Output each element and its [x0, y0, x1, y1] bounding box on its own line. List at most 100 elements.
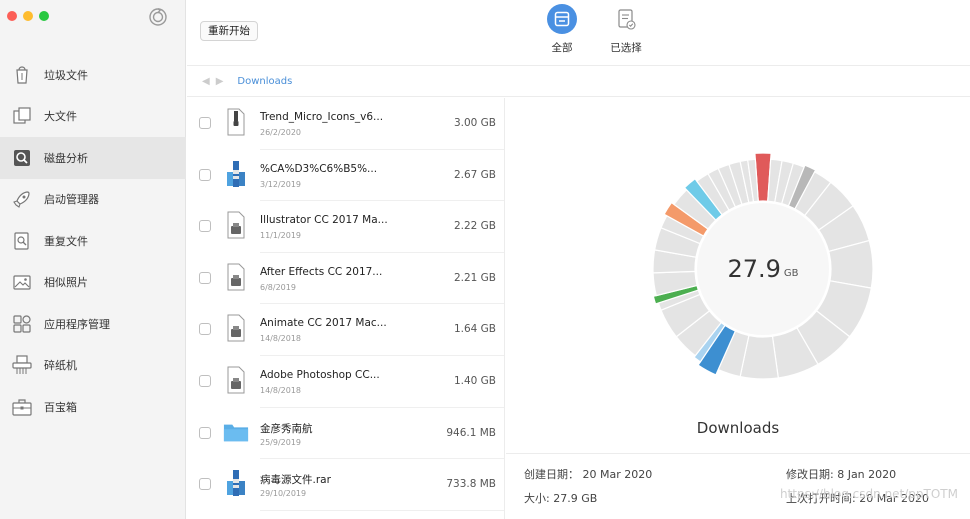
- sidebar-item-label: 大文件: [44, 110, 77, 124]
- shredder-icon: [10, 353, 34, 377]
- restart-button[interactable]: 重新开始: [200, 21, 258, 41]
- rar-archive-icon: [223, 159, 249, 189]
- file-name: %CA%D3%C6%B5%...: [260, 162, 378, 175]
- file-row[interactable]: 病毒源文件.rar 29/10/2019 733.8 MB: [187, 459, 504, 511]
- sidebar-item-toolbox[interactable]: 百宝箱: [0, 386, 186, 428]
- file-name: Adobe Photoshop CC...: [260, 368, 380, 381]
- filter-all-label: 全部: [551, 42, 573, 54]
- sidebar-item-label: 应用程序管理: [44, 317, 110, 331]
- disk-image-icon: [223, 210, 249, 240]
- file-checkbox[interactable]: [199, 168, 211, 181]
- large-files-icon: [10, 104, 34, 128]
- file-name: Trend_Micro_Icons_v6...: [260, 111, 384, 123]
- sidebar-item-label: 相似照片: [44, 276, 88, 290]
- file-row[interactable]: 金彦秀南航 25/9/2019 946.1 MB: [187, 408, 504, 460]
- file-name: Animate CC 2017 Mac...: [260, 317, 387, 330]
- all-files-icon: [547, 4, 577, 34]
- sidebar: 垃圾文件大文件磁盘分析启动管理器重复文件相似照片应用程序管理 碎纸机百宝箱: [0, 0, 186, 519]
- zoom-window-button[interactable]: [39, 11, 49, 21]
- file-date: 29/10/2019: [260, 489, 307, 499]
- rocket-icon: [10, 187, 34, 211]
- breadcrumb: ◀ ▶ Downloads: [187, 67, 970, 97]
- file-name: After Effects CC 2017...: [260, 265, 383, 278]
- file-checkbox[interactable]: [199, 323, 211, 336]
- folder-size: 大小: 27.9 GB: [524, 492, 598, 505]
- minimize-window-button[interactable]: [23, 11, 33, 21]
- filter-all-button[interactable]: 全部: [532, 4, 592, 55]
- file-size: 733.8 MB: [446, 478, 496, 491]
- file-date: 3/12/2019: [260, 179, 302, 189]
- file-checkbox[interactable]: [199, 220, 211, 233]
- filter-selected-button[interactable]: 已选择: [596, 4, 656, 55]
- created-date: 创建日期： 20 Mar 2020: [524, 468, 653, 481]
- file-date: 26/2/2020: [260, 128, 302, 137]
- sidebar-item-duplicate-files[interactable]: 重复文件: [0, 220, 186, 262]
- sidebar-item-label: 重复文件: [44, 234, 88, 248]
- sidebar-item-label: 磁盘分析: [44, 151, 88, 165]
- sidebar-item-label: 垃圾文件: [44, 68, 88, 82]
- disk-analysis-icon: [10, 146, 34, 170]
- window-controls: [7, 11, 49, 21]
- file-list: Trend_Micro_Icons_v6... 26/2/2020 3.00 GB%…: [187, 98, 505, 519]
- file-name: Illustrator CC 2017 Ma...: [260, 214, 388, 227]
- file-row[interactable]: Adobe Photoshop CC... 14/8/2018 1.40 GB: [187, 356, 504, 408]
- back-arrow-icon[interactable]: ◀: [202, 76, 210, 87]
- filter-selected-label: 已选择: [610, 42, 642, 54]
- sidebar-item-disk-analysis[interactable]: 磁盘分析: [0, 137, 186, 179]
- file-size: 1.40 GB: [453, 374, 496, 387]
- file-row[interactable]: Animate CC 2017 Mac... 14/8/2018 1.64 GB: [187, 304, 504, 356]
- file-checkbox[interactable]: [199, 117, 211, 129]
- disk-image-icon: [223, 313, 249, 343]
- file-checkbox[interactable]: [199, 478, 211, 491]
- disk-image-icon: [223, 365, 249, 395]
- donut-hole: [697, 203, 829, 335]
- file-checkbox[interactable]: [199, 374, 211, 387]
- file-size: 3.00 GB: [453, 117, 496, 129]
- file-checkbox[interactable]: [199, 426, 211, 439]
- file-date: 25/9/2019: [260, 437, 302, 447]
- sidebar-nav: 垃圾文件大文件磁盘分析启动管理器重复文件相似照片应用程序管理 碎纸机百宝箱: [0, 54, 186, 428]
- file-size: 1.64 GB: [453, 323, 496, 336]
- file-row[interactable]: Trend_Micro_Icons_v6... 26/2/2020 3.00 GB: [187, 98, 504, 150]
- file-date: 14/8/2018: [260, 334, 302, 344]
- disk-image-icon: [223, 262, 249, 292]
- file-name: 金彦秀南航: [260, 422, 313, 435]
- toolbox-icon: [10, 395, 34, 419]
- file-size: 2.21 GB: [453, 271, 496, 284]
- rar-archive-icon: [223, 468, 249, 498]
- sidebar-item-similar-photos[interactable]: 相似照片: [0, 262, 186, 304]
- file-date: 6/8/2019: [260, 282, 296, 292]
- file-checkbox[interactable]: [199, 271, 211, 284]
- breadcrumb-path[interactable]: Downloads: [237, 76, 292, 87]
- toolbar: 重新开始 全部 已选择: [187, 0, 970, 66]
- file-row[interactable]: Illustrator CC 2017 Ma... 11/1/2019 2.22 G…: [187, 201, 504, 253]
- file-row[interactable]: %CA%D3%C6%B5%... 3/12/2019 2.67 GB: [187, 150, 504, 202]
- sidebar-item-app-manager[interactable]: 应用程序管理: [0, 303, 186, 345]
- file-date: 14/8/2018: [260, 385, 302, 395]
- sidebar-item-large-files[interactable]: 大文件: [0, 96, 186, 138]
- close-window-button[interactable]: [7, 11, 17, 21]
- divider: [506, 453, 970, 454]
- file-size: 946.1 MB: [446, 426, 496, 439]
- detail-pane: 27.9 GB Downloads 创建日期： 20 Mar 2020 大小: …: [506, 98, 970, 519]
- file-name: 病毒源文件.rar: [260, 474, 331, 487]
- duplicate-files-icon: [10, 229, 34, 253]
- row-divider: [260, 509, 504, 511]
- watermark: https://blog.csdn.net/ppTOTM: [779, 487, 958, 501]
- sidebar-item-label: 碎纸机: [44, 359, 77, 373]
- file-size: 2.22 GB: [453, 220, 496, 233]
- sidebar-item-label: 百宝箱: [44, 400, 77, 414]
- zip-archive-icon: [223, 107, 249, 137]
- modified-date: 修改日期: 8 Jan 2020: [786, 468, 897, 481]
- file-row[interactable]: After Effects CC 2017... 6/8/2019 2.21 GB: [187, 253, 504, 305]
- sidebar-item-shredder[interactable]: 碎纸机: [0, 345, 186, 387]
- file-date: 11/1/2019: [260, 231, 302, 241]
- forward-arrow-icon[interactable]: ▶: [216, 76, 224, 87]
- file-size: 2.67 GB: [453, 168, 496, 181]
- sidebar-item-label: 启动管理器: [44, 193, 99, 207]
- disk-usage-donut[interactable]: 27.9 GB: [646, 152, 880, 386]
- sidebar-item-junk-files[interactable]: 垃圾文件: [0, 54, 186, 96]
- folder-name: Downloads: [696, 419, 780, 437]
- sidebar-item-startup-manager[interactable]: 启动管理器: [0, 179, 186, 221]
- sync-icon[interactable]: [147, 6, 169, 28]
